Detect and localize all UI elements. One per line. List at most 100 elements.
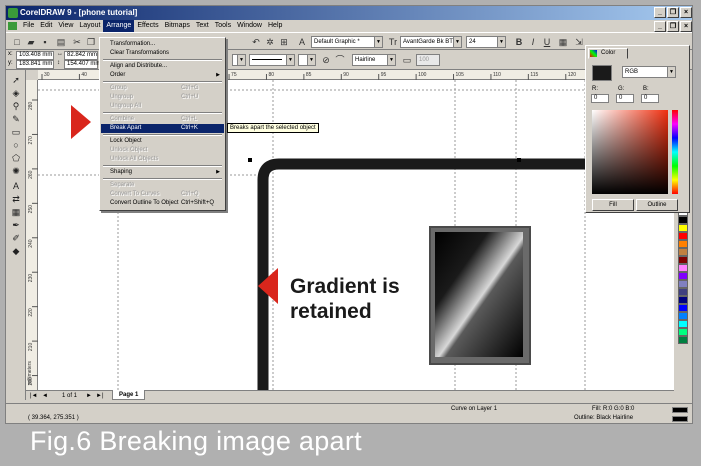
open-folder-icon[interactable]: ▰ [24, 35, 38, 49]
fill-button[interactable]: Fill [592, 199, 634, 211]
font-name-select[interactable]: AvantGarde Bk BT ▼ [400, 36, 462, 48]
page-tab[interactable]: Page 1 [112, 390, 146, 400]
menu-item-group[interactable]: Group Ctrl+G [101, 84, 224, 93]
doc-close-button[interactable]: × [680, 21, 692, 32]
pick-tool-icon[interactable]: ➚ [9, 74, 23, 86]
close-button[interactable]: × [680, 7, 692, 18]
align-icon[interactable]: ▦ [556, 35, 570, 49]
menu-item-clear-transformations[interactable]: Clear Transformations [101, 49, 224, 58]
menu-edit[interactable]: Edit [37, 20, 55, 32]
menu-item-ungroup-all[interactable]: Ungroup All [101, 102, 224, 111]
menu-item-unlock-all-objects[interactable]: Unlock All Objects [101, 155, 224, 164]
palette-swatch[interactable] [678, 240, 688, 248]
palette-swatch[interactable] [678, 328, 688, 336]
menu-item-separate[interactable]: Separate [101, 181, 224, 190]
palette-swatch[interactable] [678, 248, 688, 256]
menu-item-unlock-object[interactable]: Unlock Object [101, 146, 224, 155]
prev-page-button[interactable]: ◄ [42, 391, 48, 401]
g-field[interactable]: 0 [616, 94, 634, 103]
freehand-tool-icon[interactable]: ✎ [9, 113, 23, 125]
text-tool-icon[interactable]: A [9, 180, 23, 192]
menu-item-lock-object[interactable]: Lock Object [101, 137, 224, 146]
menu-item-convert-to-curves[interactable]: Convert To Curves Ctrl+Q [101, 190, 224, 199]
convert-icon[interactable]: ⌒ [333, 53, 347, 67]
y-position-field[interactable]: 183.841 mm [16, 60, 54, 69]
palette-swatch[interactable] [678, 336, 688, 344]
palette-swatch[interactable] [678, 296, 688, 304]
ellipse-tool-icon[interactable]: ○ [9, 139, 23, 151]
print-icon[interactable]: ▤ [54, 35, 68, 49]
graphic-style-icon[interactable]: A [295, 35, 309, 49]
fill-tool-icon[interactable]: ◆ [9, 245, 23, 257]
zoom-tool-icon[interactable]: ⚲ [9, 100, 23, 112]
menu-item-order[interactable]: Order ▶ [101, 71, 224, 80]
shape-tool-icon[interactable]: ◈ [9, 87, 23, 99]
menu-tools[interactable]: Tools [212, 20, 234, 32]
phone-screen-gradient[interactable] [435, 232, 523, 357]
rectangle-tool-icon[interactable]: ▭ [9, 126, 23, 138]
doc-minimize-button[interactable]: _ [654, 21, 666, 32]
menu-item-ungroup[interactable]: Ungroup Ctrl+U [101, 93, 224, 102]
menu-item-combine[interactable]: Combine Ctrl+L [101, 115, 224, 124]
color-model-select[interactable]: RGB ▼ [622, 66, 676, 78]
b-field[interactable]: 0 [641, 94, 659, 103]
transparency-tool-icon[interactable]: ▦ [9, 206, 23, 218]
line-end-select[interactable]: ▼ [298, 54, 316, 66]
menu-file[interactable]: File [20, 20, 37, 32]
width-field[interactable]: 82.842 mm [64, 51, 98, 60]
outline-tool-icon[interactable]: ✐ [9, 232, 23, 244]
menu-help[interactable]: Help [265, 20, 285, 32]
wrap-icon[interactable]: ⊘ [319, 53, 333, 67]
polygon-tool-icon[interactable]: ⬠ [9, 152, 23, 164]
spiral-tool-icon[interactable]: ✺ [9, 165, 23, 177]
line-start-select[interactable]: ▼ [232, 54, 246, 66]
first-page-button[interactable]: |◄ [30, 391, 38, 401]
palette-swatch[interactable] [678, 232, 688, 240]
outline-width-select[interactable]: Hairline ▼ [352, 54, 396, 66]
menu-bitmaps[interactable]: Bitmaps [162, 20, 193, 32]
underline-button[interactable]: U [540, 35, 554, 49]
fill-swatch[interactable] [672, 407, 688, 413]
minimize-button[interactable]: _ [654, 7, 666, 18]
doc-restore-button[interactable]: ❐ [667, 21, 679, 32]
r-field[interactable]: 0 [591, 94, 609, 103]
break-apart-icon[interactable]: ▭ [400, 53, 414, 67]
save-icon[interactable]: ▪ [38, 35, 52, 49]
interactive-tool-icon[interactable]: ⇄ [9, 193, 23, 205]
selection-handle[interactable] [517, 158, 521, 162]
percent-field[interactable]: 100 [416, 54, 440, 66]
palette-swatch[interactable] [678, 272, 688, 280]
copy-icon[interactable]: ❐ [84, 35, 98, 49]
x-position-field[interactable]: 103.408 mm [16, 51, 54, 60]
outline-swatch[interactable] [672, 416, 688, 422]
palette-swatch[interactable] [678, 304, 688, 312]
palette-swatch[interactable] [678, 216, 688, 224]
palette-swatch[interactable] [678, 320, 688, 328]
menu-window[interactable]: Window [234, 20, 265, 32]
undo-icon[interactable]: ↶ [249, 35, 263, 49]
height-field[interactable]: 154.407 mm [64, 60, 100, 69]
italic-button[interactable]: I [526, 35, 540, 49]
palette-swatch[interactable] [678, 264, 688, 272]
menu-item-break-apart[interactable]: Break Apart Ctrl+K [101, 124, 224, 133]
palette-swatch[interactable] [678, 280, 688, 288]
font-size-select[interactable]: 24 ▼ [466, 36, 506, 48]
text-format-icon[interactable]: ⇲ [572, 35, 586, 49]
menu-item-convert-outline-to-object[interactable]: Convert Outline To Object Ctrl+Shift+Q [101, 199, 224, 208]
menu-layout[interactable]: Layout [76, 20, 103, 32]
cut-icon[interactable]: ✂ [70, 35, 84, 49]
eyedropper-tool-icon[interactable]: ✒ [9, 219, 23, 231]
hue-slider[interactable] [672, 110, 678, 194]
next-page-button[interactable]: ► [86, 391, 92, 401]
selection-handle[interactable] [248, 158, 252, 162]
palette-swatch[interactable] [678, 312, 688, 320]
palette-swatch[interactable] [678, 224, 688, 232]
export-icon[interactable]: ⊞ [277, 35, 291, 49]
menu-item-shaping[interactable]: Shaping ▶ [101, 168, 224, 177]
new-file-icon[interactable]: □ [10, 35, 24, 49]
restore-button[interactable]: ❐ [667, 7, 679, 18]
outline-button[interactable]: Outline [636, 199, 678, 211]
palette-swatch[interactable] [678, 288, 688, 296]
line-style-select[interactable]: ▼ [249, 54, 295, 66]
menu-view[interactable]: View [55, 20, 76, 32]
